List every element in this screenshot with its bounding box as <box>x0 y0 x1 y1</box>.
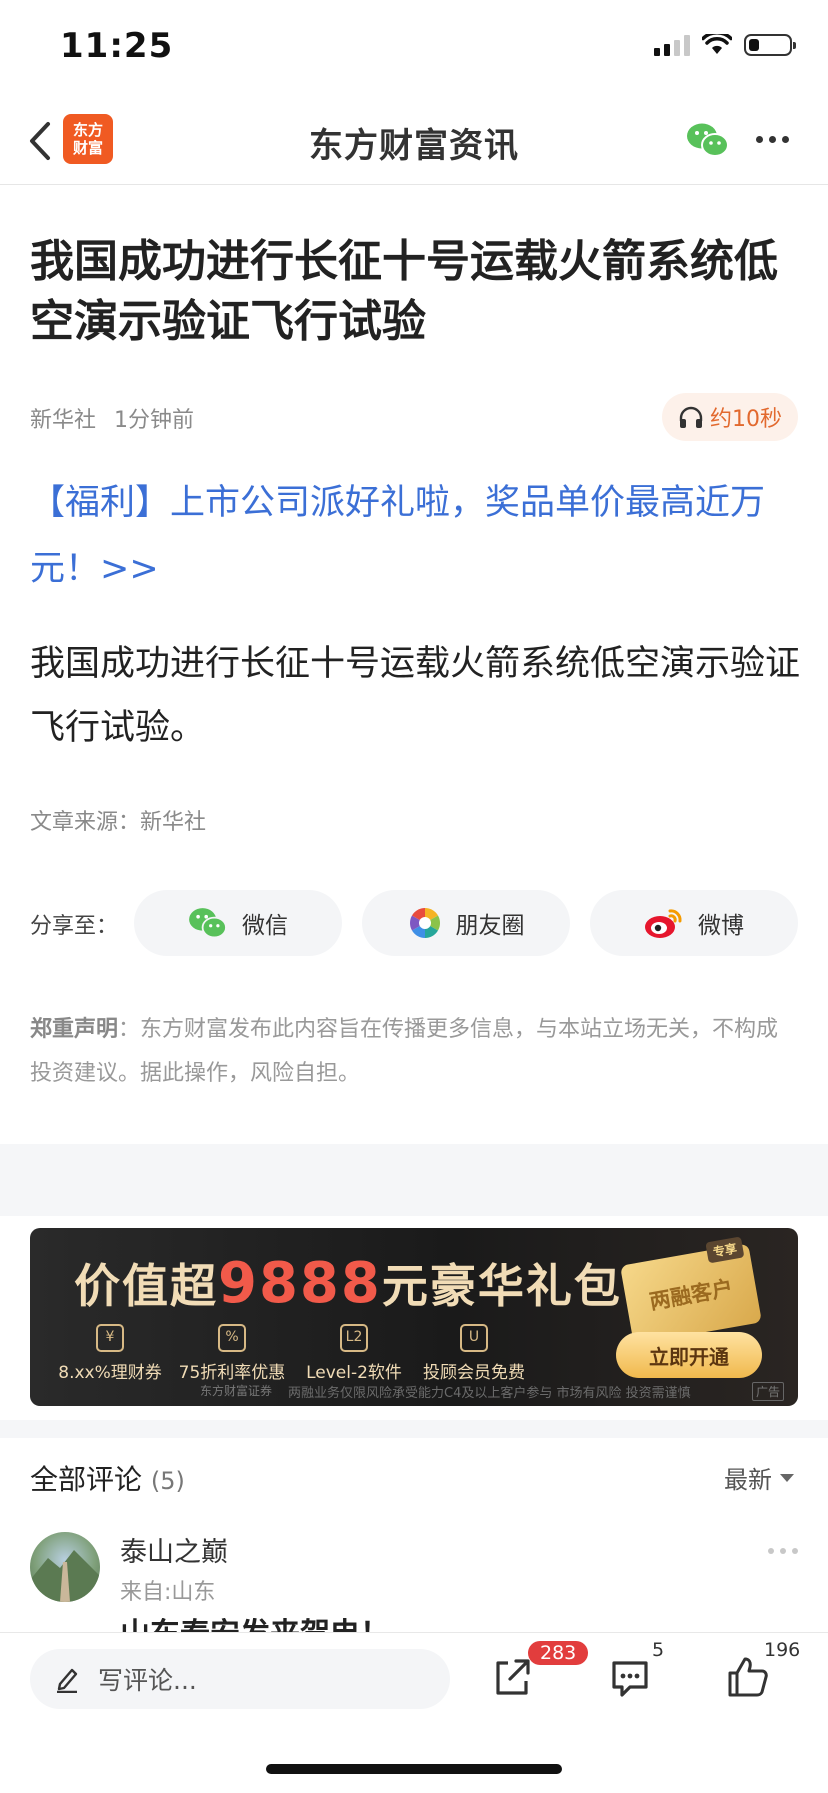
article-meta: 新华社 1分钟前 <box>30 402 212 434</box>
more-icon[interactable] <box>756 136 789 143</box>
sort-label: 最新 <box>724 1466 772 1494</box>
share-count-badge: 283 <box>528 1641 589 1665</box>
comment-author[interactable]: 泰山之巅 <box>120 1530 228 1569</box>
ad-cta-button[interactable]: 立即开通 <box>616 1332 762 1378</box>
battery-icon <box>744 34 796 56</box>
comment-count: 5 <box>652 1639 665 1661</box>
disclaimer-title: 郑重声明 <box>30 1017 119 1042</box>
comments-title: 全部评论 <box>30 1463 143 1496</box>
ad-feature-label: 投顾会员免费 <box>423 1363 525 1383</box>
comment-placeholder: 写评论... <box>98 1666 197 1695</box>
ad-feature: U 投顾会员免费 <box>414 1324 534 1383</box>
ad-title-amount: 9888 <box>218 1251 382 1316</box>
comments-header: 全部评论 (5) <box>30 1458 185 1498</box>
share-weibo-label: 微博 <box>698 913 744 939</box>
ad-title-suffix: 元豪华礼包 <box>381 1259 622 1313</box>
coupon-icon: ¥ <box>96 1324 124 1352</box>
ad-feature-label: 75折利率优惠 <box>178 1363 286 1383</box>
weibo-icon <box>645 909 682 938</box>
share-weibo-button[interactable]: 微博 <box>590 890 798 956</box>
share-moments-label: 朋友圈 <box>455 913 525 939</box>
article-source-line: 文章来源：新华社 <box>30 810 207 835</box>
comment-icon[interactable] <box>602 1649 658 1705</box>
article-source[interactable]: 新华社 <box>30 408 96 433</box>
avatar-image <box>30 1550 100 1602</box>
disclaimer-text: ：东方财富发布此内容旨在传播更多信息，与本站立场无关，不构成投资建议。据此操作，… <box>30 1017 779 1086</box>
listen-button[interactable]: 约10秒 <box>662 393 798 441</box>
comment-more-icon[interactable] <box>768 1548 798 1554</box>
chevron-down-icon <box>780 1473 794 1482</box>
disclaimer: 郑重声明：东方财富发布此内容旨在传播更多信息，与本站立场无关，不构成投资建议。据… <box>30 1008 800 1096</box>
ad-feature-label: 8.xx%理财券 <box>58 1363 162 1383</box>
pencil-icon <box>57 1668 78 1693</box>
ad-feature: L2 Level-2软件 <box>294 1324 414 1383</box>
ad-feature: % 75折利率优惠 <box>172 1324 292 1383</box>
ad-brand: 东方财富证券 <box>200 1384 273 1398</box>
comment-input[interactable]: 写评论... <box>30 1649 450 1709</box>
sort-dropdown[interactable]: 最新 <box>724 1460 794 1495</box>
ad-feature-label: Level-2软件 <box>306 1363 402 1383</box>
article-time: 1分钟前 <box>114 408 195 433</box>
share-wechat-button[interactable]: 微信 <box>134 890 342 956</box>
headphones-icon <box>679 406 703 428</box>
moments-icon <box>409 908 440 938</box>
section-divider <box>0 1420 828 1438</box>
wechat-share-icon[interactable] <box>686 120 730 160</box>
share-label: 分享至： <box>30 914 119 939</box>
ad-tag: 广告 <box>752 1382 785 1401</box>
status-time: 11:25 <box>60 26 174 66</box>
promo-link[interactable]: 【福利】上市公司派好礼啦，奖品单价最高近万元！>> <box>30 470 800 602</box>
listen-duration: 约10秒 <box>710 407 782 432</box>
comment-location: 来自:山东 <box>120 1580 216 1605</box>
ad-card-text: 两融客户 <box>647 1275 735 1315</box>
advisor-icon: U <box>460 1324 488 1352</box>
nav-bar: 东方 财富 东方财富资讯 <box>0 96 828 185</box>
share-wechat-label: 微信 <box>242 913 288 939</box>
status-icons <box>654 34 796 56</box>
avatar[interactable] <box>30 1532 100 1602</box>
comments-count: (5) <box>150 1467 185 1495</box>
ad-banner[interactable]: 价值超9888元豪华礼包 ¥8.xx%理财券 % 75折利率优惠 L2 Level-… <box>30 1228 798 1406</box>
ad-title: 价值超9888元豪华礼包 <box>74 1250 622 1316</box>
like-count: 196 <box>764 1639 801 1661</box>
signal-icon <box>654 34 690 56</box>
discount-icon: % <box>218 1324 246 1352</box>
section-divider <box>0 1144 828 1216</box>
ad-title-prefix: 价值超 <box>74 1259 218 1313</box>
ad-footnote: 两融业务仅限风险承受能力C4及以上客户参与 市场有风险 投资需谨慎 <box>288 1386 691 1401</box>
ad-card-tag: 专享 <box>705 1236 745 1264</box>
article-body: 我国成功进行长征十号运载火箭系统低空演示验证飞行试验。 <box>30 644 801 748</box>
home-indicator <box>266 1764 562 1774</box>
article-title: 我国成功进行长征十号运载火箭系统低空演示验证飞行试验 <box>30 236 778 347</box>
wechat-icon <box>189 908 227 939</box>
ad-card: 两融客户 专享 <box>620 1236 762 1345</box>
wifi-icon <box>702 34 732 54</box>
level2-icon: L2 <box>340 1324 368 1352</box>
ad-feature: ¥8.xx%理财券 <box>50 1324 170 1383</box>
share-moments-button[interactable]: 朋友圈 <box>362 890 570 956</box>
